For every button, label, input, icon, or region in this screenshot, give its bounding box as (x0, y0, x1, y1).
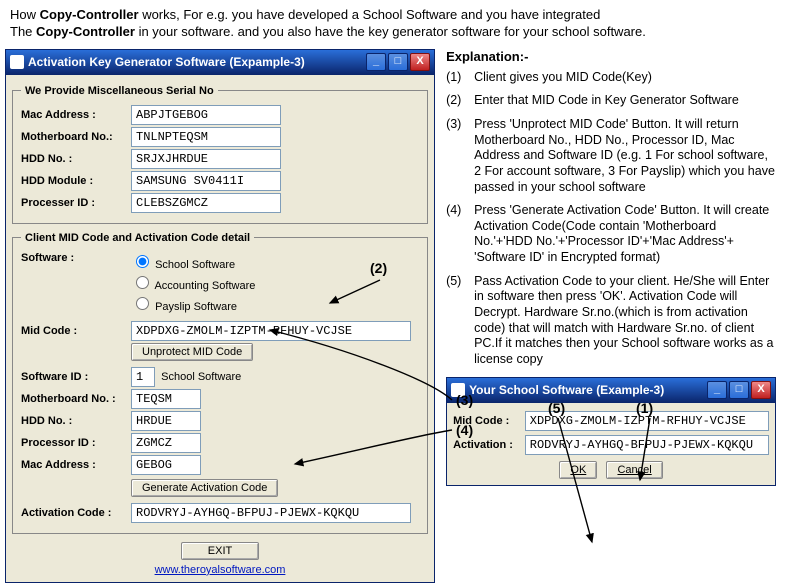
explanation-number: (5) (446, 274, 474, 368)
proc2-label: Processor ID : (21, 437, 131, 449)
app-icon (451, 383, 465, 397)
explanation-number: (4) (446, 203, 474, 266)
mobo-field[interactable] (131, 127, 281, 147)
software-label: Software : (21, 252, 131, 264)
explanation-list: (1)Client gives you MID Code(Key)(2)Ente… (446, 70, 776, 368)
midcode-label: Mid Code : (21, 325, 131, 337)
hddmod-label: HDD Module : (21, 175, 131, 187)
mac-field[interactable] (131, 105, 281, 125)
hdd2-field[interactable] (131, 411, 201, 431)
close-button[interactable]: X (410, 53, 430, 71)
close-button[interactable]: X (751, 381, 771, 399)
activation-field[interactable] (131, 503, 411, 523)
explanation-item: (2)Enter that MID Code in Key Generator … (446, 93, 776, 109)
exit-button[interactable]: EXIT (181, 542, 259, 560)
minimize-button[interactable]: _ (707, 381, 727, 399)
explanation-heading: Explanation:- (446, 49, 776, 64)
explanation-item: (3)Press 'Unprotect MID Code' Button. It… (446, 117, 776, 195)
mobo2-field[interactable] (131, 389, 201, 409)
generate-button[interactable]: Generate Activation Code (131, 479, 278, 497)
window-title: Activation Key Generator Software (Expam… (28, 55, 305, 69)
intro-text: How Copy-Controller works, For e.g. you … (5, 5, 782, 49)
explanation-item: (1)Client gives you MID Code(Key) (446, 70, 776, 86)
minimize-button[interactable]: _ (366, 53, 386, 71)
mac-label: Mac Address : (21, 109, 131, 121)
explanation-number: (2) (446, 93, 474, 109)
ok-button[interactable]: OK (559, 461, 597, 479)
maximize-button[interactable]: □ (729, 381, 749, 399)
explanation-text: Press 'Unprotect MID Code' Button. It wi… (474, 117, 776, 195)
school-act-label: Activation : (453, 439, 525, 451)
hddmod-field[interactable] (131, 171, 281, 191)
radio-payslip[interactable]: Payslip Software (131, 294, 255, 313)
cancel-button[interactable]: Cancel (606, 461, 662, 479)
explanation-item: (5)Pass Activation Code to your client. … (446, 274, 776, 368)
activation-label: Activation Code : (21, 507, 131, 519)
proc-label: Processer ID : (21, 197, 131, 209)
serial-group: We Provide Miscellaneous Serial No Mac A… (12, 85, 428, 224)
generator-titlebar[interactable]: Activation Key Generator Software (Expam… (6, 50, 434, 75)
client-group: Client MID Code and Activation Code deta… (12, 232, 428, 534)
hdd-label: HDD No. : (21, 153, 131, 165)
serial-group-legend: We Provide Miscellaneous Serial No (21, 85, 218, 97)
hdd2-label: HDD No. : (21, 415, 131, 427)
swid-name: School Software (161, 371, 241, 383)
window-title: Your School Software (Example-3) (469, 383, 664, 397)
explanation-text: Enter that MID Code in Key Generator Sof… (474, 93, 776, 109)
explanation-text: Client gives you MID Code(Key) (474, 70, 776, 86)
radio-accounting[interactable]: Accounting Software (131, 273, 255, 292)
school-titlebar[interactable]: Your School Software (Example-3) _ □ X (447, 378, 775, 403)
proc-field[interactable] (131, 193, 281, 213)
school-act-field[interactable] (525, 435, 769, 455)
client-group-legend: Client MID Code and Activation Code deta… (21, 232, 254, 244)
mac2-label: Mac Address : (21, 459, 131, 471)
mobo-label: Motherboard No.: (21, 131, 131, 143)
explanation-text: Press 'Generate Activation Code' Button.… (474, 203, 776, 266)
mobo2-label: Motherboard No. : (21, 393, 131, 405)
mac2-field[interactable] (131, 455, 201, 475)
app-icon (10, 55, 24, 69)
unprotect-button[interactable]: Unprotect MID Code (131, 343, 253, 361)
hdd-field[interactable] (131, 149, 281, 169)
swid-field[interactable] (131, 367, 155, 387)
midcode-field[interactable] (131, 321, 411, 341)
swid-label: Software ID : (21, 371, 131, 383)
maximize-button[interactable]: □ (388, 53, 408, 71)
school-mid-field[interactable] (525, 411, 769, 431)
radio-school[interactable]: School Software (131, 252, 255, 271)
school-mid-label: Mid Code : (453, 415, 525, 427)
explanation-number: (1) (446, 70, 474, 86)
explanation-number: (3) (446, 117, 474, 195)
website-link[interactable]: www.theroyalsoftware.com (155, 564, 286, 576)
explanation-text: Pass Activation Code to your client. He/… (474, 274, 776, 368)
proc2-field[interactable] (131, 433, 201, 453)
generator-window: Activation Key Generator Software (Expam… (5, 49, 435, 583)
explanation-item: (4)Press 'Generate Activation Code' Butt… (446, 203, 776, 266)
school-window: Your School Software (Example-3) _ □ X M… (446, 377, 776, 486)
